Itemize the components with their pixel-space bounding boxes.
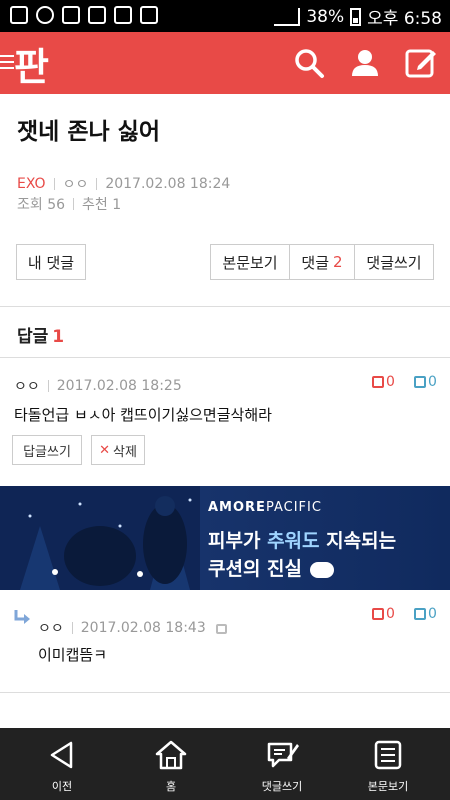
comment-date: 2017.02.08 18:25 xyxy=(56,378,182,394)
status-bar: 38% 오후 6:58 xyxy=(0,0,450,32)
post-recommend: 추천 1 xyxy=(82,197,122,213)
replies-count: 1 xyxy=(52,327,65,347)
notification-icons xyxy=(10,6,158,24)
upvote-button[interactable]: 0 xyxy=(372,606,395,622)
notification-icon xyxy=(140,6,158,24)
write-icon[interactable] xyxy=(404,46,438,80)
comment-meta: ㅇㅇ 2017.02.08 18:43 xyxy=(38,618,227,638)
comment-write-icon xyxy=(267,742,299,768)
menu-icon[interactable] xyxy=(0,55,14,73)
post-views: 조회 56 xyxy=(17,197,66,213)
divider xyxy=(0,357,450,358)
battery-icon xyxy=(350,7,362,26)
ad-headline: 피부가 추워도 지속되는 xyxy=(208,530,397,552)
thumbs-up-icon xyxy=(372,376,384,388)
post-title: 잿네 존나 싫어 xyxy=(17,119,160,145)
ad-banner[interactable]: AMOREPACIFIC 피부가 추워도 지속되는 쿠션의 진실 xyxy=(0,486,450,590)
post-stats: 조회 56 추천 1 xyxy=(17,194,121,214)
post-date: 2017.02.08 18:24 xyxy=(105,176,231,192)
nav-home[interactable]: 홈 xyxy=(115,728,227,800)
notification-icon xyxy=(62,6,80,24)
image-icon xyxy=(114,6,132,24)
comment-text: 타돌언급 ㅂㅅ아 캡뜨이기싫으면글삭해라 xyxy=(14,406,272,424)
downvote-button[interactable]: 0 xyxy=(414,374,437,390)
divider xyxy=(0,692,450,693)
view-post-button[interactable]: 본문보기 xyxy=(210,244,290,280)
downvote-button[interactable]: 0 xyxy=(414,606,437,622)
thumbs-down-icon xyxy=(414,608,426,620)
ad-brand: AMOREPACIFIC xyxy=(208,500,322,515)
clock: 오후 6:58 xyxy=(367,9,442,29)
comment-date: 2017.02.08 18:43 xyxy=(80,620,206,636)
notification-icon xyxy=(88,6,106,24)
notification-icon xyxy=(36,6,54,24)
comment-count: 2 xyxy=(333,253,343,271)
divider xyxy=(0,306,450,307)
app-logo[interactable]: 판 xyxy=(14,36,49,91)
signal-icon xyxy=(274,7,301,26)
thumbs-up-icon xyxy=(372,608,384,620)
ad-subheadline: 쿠션의 진실 xyxy=(208,554,335,581)
search-icon[interactable] xyxy=(292,46,326,80)
reply-button[interactable]: 답글쓰기 xyxy=(12,435,82,465)
ad-image xyxy=(0,486,200,590)
document-icon xyxy=(374,740,402,770)
nav-view-post[interactable]: 본문보기 xyxy=(332,728,444,800)
close-icon: ✕ xyxy=(99,442,110,458)
upvote-button[interactable]: 0 xyxy=(372,374,395,390)
cushion-icon xyxy=(310,561,335,578)
comment-author: ㅇㅇ xyxy=(38,621,64,637)
app-header: 판 xyxy=(0,32,450,94)
write-comment-button[interactable]: 댓글쓰기 xyxy=(354,244,434,280)
user-icon[interactable] xyxy=(348,46,382,80)
comment-meta: ㅇㅇ 2017.02.08 18:25 xyxy=(14,376,182,396)
bottom-nav: 이전 홈 댓글쓰기 본문보기 xyxy=(0,728,450,800)
lock-icon xyxy=(215,624,227,634)
comment-text: 이미캡뜸ㅋ xyxy=(38,646,108,664)
comment-author: ㅇㅇ xyxy=(14,379,40,395)
nav-write-comment[interactable]: 댓글쓰기 xyxy=(226,728,338,800)
home-icon xyxy=(155,740,187,770)
comments-button[interactable]: 댓글 2 xyxy=(289,244,355,280)
post-meta: EXO ㅇㅇ 2017.02.08 18:24 xyxy=(17,174,230,194)
battery-percent: 38% xyxy=(306,6,345,27)
back-triangle-icon xyxy=(50,741,73,769)
post-category[interactable]: EXO xyxy=(17,176,46,192)
reply-arrow-icon xyxy=(14,610,30,624)
notification-icon xyxy=(10,6,28,24)
replies-heading: 답글 1 xyxy=(17,327,65,347)
delete-button[interactable]: ✕ 삭제 xyxy=(91,435,145,465)
thumbs-down-icon xyxy=(414,376,426,388)
my-comment-button[interactable]: 내 댓글 xyxy=(16,244,86,280)
nav-back[interactable]: 이전 xyxy=(6,728,118,800)
post-author: ㅇㅇ xyxy=(62,177,89,193)
